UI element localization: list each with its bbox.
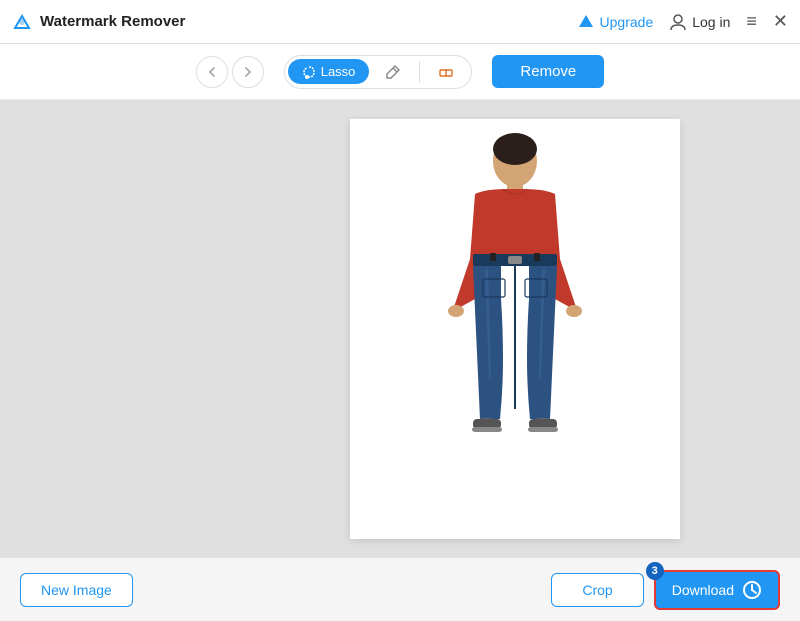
lasso-tool-button[interactable]: Lasso <box>288 59 370 84</box>
download-badge: 3 <box>646 562 664 580</box>
new-image-button[interactable]: New Image <box>20 573 133 607</box>
download-wrapper: 3 Download <box>654 570 780 610</box>
left-panel <box>0 100 230 557</box>
eraser-tool-button[interactable] <box>424 59 468 85</box>
canvas-area <box>230 100 800 557</box>
tool-separator <box>419 61 420 83</box>
upgrade-button[interactable]: Upgrade <box>577 13 654 31</box>
bottom-right: Crop 3 Download <box>551 570 780 610</box>
tool-group: Lasso <box>284 55 473 89</box>
upgrade-icon <box>577 13 595 31</box>
remove-button[interactable]: Remove <box>492 55 604 88</box>
image-container <box>350 119 680 539</box>
main-content <box>0 100 800 557</box>
lasso-icon <box>302 65 316 79</box>
forward-icon <box>242 66 254 78</box>
eraser-icon <box>438 64 454 80</box>
login-icon <box>669 13 687 31</box>
app-title: Watermark Remover <box>40 13 185 30</box>
close-button[interactable]: ✕ <box>773 11 788 32</box>
title-bar-right: Upgrade Log in ≡ ✕ <box>577 11 788 32</box>
title-bar-left: Watermark Remover <box>12 12 185 32</box>
login-button[interactable]: Log in <box>669 13 730 31</box>
bottom-bar: New Image Crop 3 Download <box>0 557 800 621</box>
brush-tool-button[interactable] <box>371 59 415 85</box>
crop-button[interactable]: Crop <box>551 573 643 607</box>
clock-icon <box>742 580 762 600</box>
back-icon <box>206 66 218 78</box>
toolbar: Lasso Remove <box>0 44 800 100</box>
forward-button[interactable] <box>232 56 264 88</box>
title-bar: Watermark Remover Upgrade Log in ≡ ✕ <box>0 0 800 44</box>
app-icon <box>12 12 32 32</box>
close-icon: ✕ <box>773 11 788 32</box>
menu-button[interactable]: ≡ <box>746 11 757 32</box>
brush-icon <box>385 64 401 80</box>
menu-icon: ≡ <box>746 11 757 32</box>
download-button[interactable]: Download <box>654 570 780 610</box>
back-button[interactable] <box>196 56 228 88</box>
person-figure <box>415 129 615 529</box>
nav-group <box>196 56 264 88</box>
